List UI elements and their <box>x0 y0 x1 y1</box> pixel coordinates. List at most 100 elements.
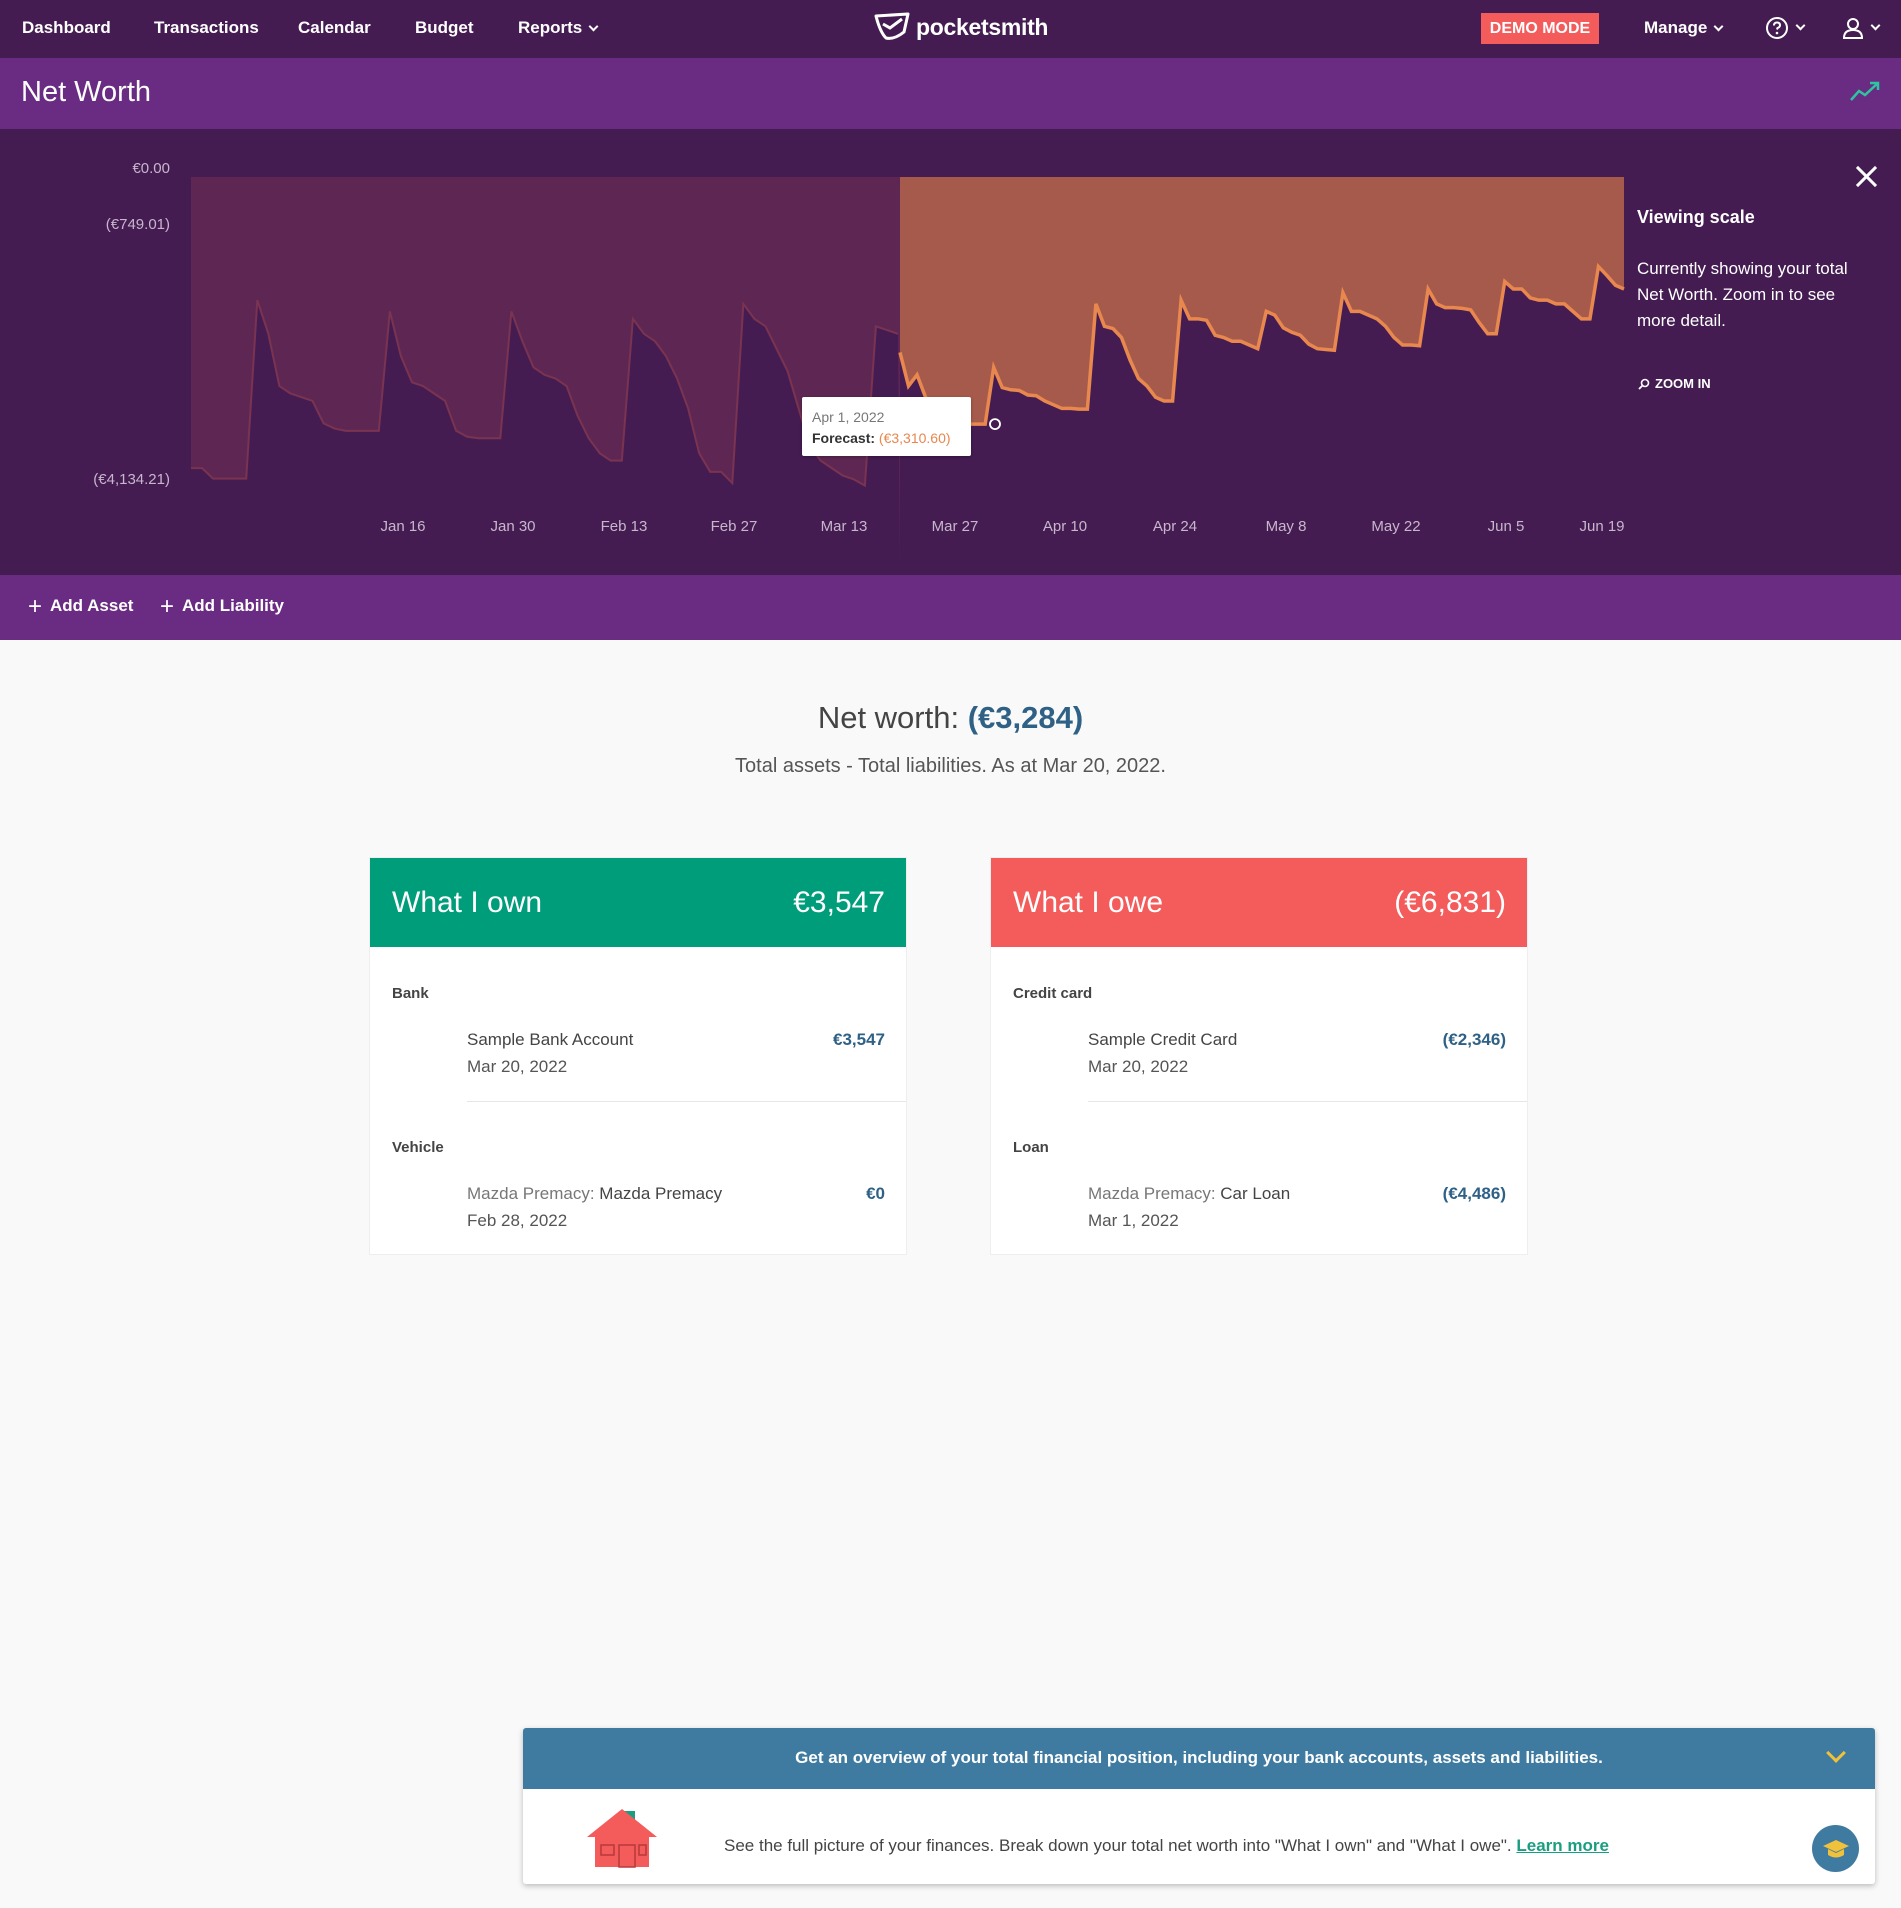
account-title: Car Loan <box>1220 1184 1291 1203</box>
graduation-cap-icon[interactable] <box>1812 1825 1859 1872</box>
nav-manage[interactable]: Manage <box>1644 18 1724 38</box>
house-icon <box>587 1809 657 1868</box>
divider <box>1088 1101 1527 1102</box>
card-title: What I own <box>392 886 543 919</box>
account-date: Mar 1, 2022 <box>1088 1211 1179 1230</box>
account-row[interactable]: Mazda Premacy: Mazda Premacy Feb 28, 202… <box>467 1184 885 1244</box>
viewing-scale-description: Currently showing your total Net Worth. … <box>1637 259 1848 330</box>
x-tick-label: Jan 16 <box>380 518 426 535</box>
group-label: Bank <box>392 985 429 1002</box>
account-balance: (€4,486) <box>1442 1184 1506 1203</box>
account-row[interactable]: Sample Bank Account Mar 20, 2022 €3,547 <box>467 1030 885 1090</box>
viewing-scale-title: Viewing scale <box>1637 207 1755 227</box>
x-tick-label: Feb 13 <box>600 518 648 535</box>
net-worth-chart[interactable] <box>0 129 1901 575</box>
x-tick-label: Jun 19 <box>1579 518 1625 535</box>
account-date: Feb 28, 2022 <box>467 1211 568 1230</box>
account-row[interactable]: Sample Credit Card Mar 20, 2022 (€2,346) <box>1088 1030 1506 1090</box>
net-worth-label: Net worth: <box>817 700 960 735</box>
x-tick-label: Mar 27 <box>931 518 979 535</box>
add-asset-button[interactable]: + Add Asset <box>28 592 134 620</box>
add-liability-label: Add Liability <box>182 596 285 615</box>
logo-text: pocketsmith <box>916 13 1049 40</box>
pocketsmith-logo[interactable]: pocketsmith <box>874 12 1048 42</box>
nav-reports-label: Reports <box>518 18 583 37</box>
magnifier-icon <box>1638 378 1650 390</box>
nav-reports[interactable]: Reports <box>518 18 599 38</box>
learn-more-link[interactable]: Learn more <box>1516 1836 1609 1855</box>
help-menu[interactable] <box>1765 16 1806 40</box>
account-balance: €3,547 <box>833 1030 885 1049</box>
nav-manage-label: Manage <box>1644 18 1708 37</box>
add-liability-button[interactable]: + Add Liability <box>160 592 285 620</box>
account-row[interactable]: Mazda Premacy: Car Loan Mar 1, 2022 (€4,… <box>1088 1184 1506 1244</box>
account-date: Mar 20, 2022 <box>1088 1057 1189 1076</box>
plus-icon: + <box>160 592 175 620</box>
account-name: Sample Bank Account <box>467 1030 885 1050</box>
net-worth-summary: Net worth: (€3,284) <box>0 700 1901 736</box>
what-i-owe-card: What I owe (€6,831) Credit card Sample C… <box>990 857 1528 1255</box>
user-icon <box>1842 18 1864 39</box>
x-tick-label: Feb 27 <box>710 518 758 535</box>
user-menu[interactable] <box>1842 16 1881 40</box>
trend-chart-icon[interactable] <box>1850 80 1880 102</box>
account-title: Sample Credit Card <box>1088 1030 1238 1049</box>
y-tick-label: €0.00 <box>132 160 170 177</box>
zoom-in-label: ZOOM IN <box>1655 376 1711 391</box>
tooltip-value: (€3,310.60) <box>878 430 951 446</box>
hover-point-marker <box>989 418 1001 430</box>
x-tick-label: May 8 <box>1265 518 1307 535</box>
x-tick-label: Apr 10 <box>1042 518 1088 535</box>
close-icon[interactable] <box>1855 165 1877 187</box>
help-body: See the full picture of your finances. B… <box>724 1836 1609 1856</box>
nav-transactions[interactable]: Transactions <box>154 18 259 38</box>
card-total: (€6,831) <box>1394 886 1506 919</box>
add-account-bar: + Add Asset + Add Liability <box>0 575 1901 640</box>
help-panel: Get an overview of your total financial … <box>523 1728 1875 1884</box>
logo-icon <box>874 12 910 40</box>
add-asset-label: Add Asset <box>50 596 134 615</box>
chevron-down-icon <box>1795 21 1806 31</box>
card-title: What I owe <box>1013 886 1164 919</box>
account-title: Sample Bank Account <box>467 1030 634 1049</box>
nav-budget[interactable]: Budget <box>415 18 474 38</box>
page-title: Net Worth <box>21 76 152 108</box>
nav-calendar[interactable]: Calendar <box>298 18 371 38</box>
plus-icon: + <box>28 592 43 620</box>
x-tick-label: Jan 30 <box>490 518 536 535</box>
group-label: Credit card <box>1013 985 1093 1002</box>
chevron-down-icon <box>1713 21 1724 32</box>
y-tick-label: (€4,134.21) <box>93 471 170 488</box>
x-tick-label: Apr 24 <box>1152 518 1198 535</box>
demo-mode-badge: DEMO MODE <box>1481 13 1599 44</box>
nav-dashboard[interactable]: Dashboard <box>22 18 111 38</box>
x-tick-label: Jun 5 <box>1487 518 1525 535</box>
tooltip-date: Apr 1, 2022 <box>812 409 885 425</box>
x-tick-label: Mar 13 <box>820 518 868 535</box>
zoom-in-button[interactable]: ZOOM IN <box>1638 376 1711 391</box>
group-label: Vehicle <box>392 1139 444 1156</box>
chart-tooltip: Apr 1, 2022 Forecast: (€3,310.60) <box>802 397 971 456</box>
what-i-own-header: What I own €3,547 <box>370 858 906 947</box>
help-panel-header[interactable]: Get an overview of your total financial … <box>523 1728 1875 1789</box>
tooltip-label: Forecast: <box>812 430 876 446</box>
account-prefix: Mazda Premacy: <box>467 1184 595 1203</box>
chevron-down-icon <box>1870 21 1881 31</box>
y-tick-label: (€749.01) <box>105 216 170 233</box>
account-balance: (€2,346) <box>1442 1030 1506 1049</box>
account-title: Mazda Premacy <box>599 1184 723 1203</box>
help-headline: Get an overview of your total financial … <box>795 1748 1603 1767</box>
help-body-text: See the full picture of your finances. B… <box>724 1836 1512 1855</box>
divider <box>467 1101 906 1102</box>
account-balance: €0 <box>866 1184 885 1203</box>
account-name: Mazda Premacy: Mazda Premacy <box>467 1184 885 1204</box>
account-date: Mar 20, 2022 <box>467 1057 568 1076</box>
chevron-down-icon <box>588 21 599 32</box>
account-prefix: Mazda Premacy: <box>1088 1184 1216 1203</box>
help-circle-icon <box>1766 17 1788 39</box>
net-worth-subtitle: Total assets - Total liabilities. As at … <box>735 755 1166 777</box>
title-bar: Net Worth <box>0 58 1901 129</box>
net-worth-chart-panel: €0.00 (€749.01) (€4,134.21) Jan 16 Jan 3… <box>0 129 1901 575</box>
card-total: €3,547 <box>793 886 885 919</box>
group-label: Loan <box>1013 1139 1049 1156</box>
